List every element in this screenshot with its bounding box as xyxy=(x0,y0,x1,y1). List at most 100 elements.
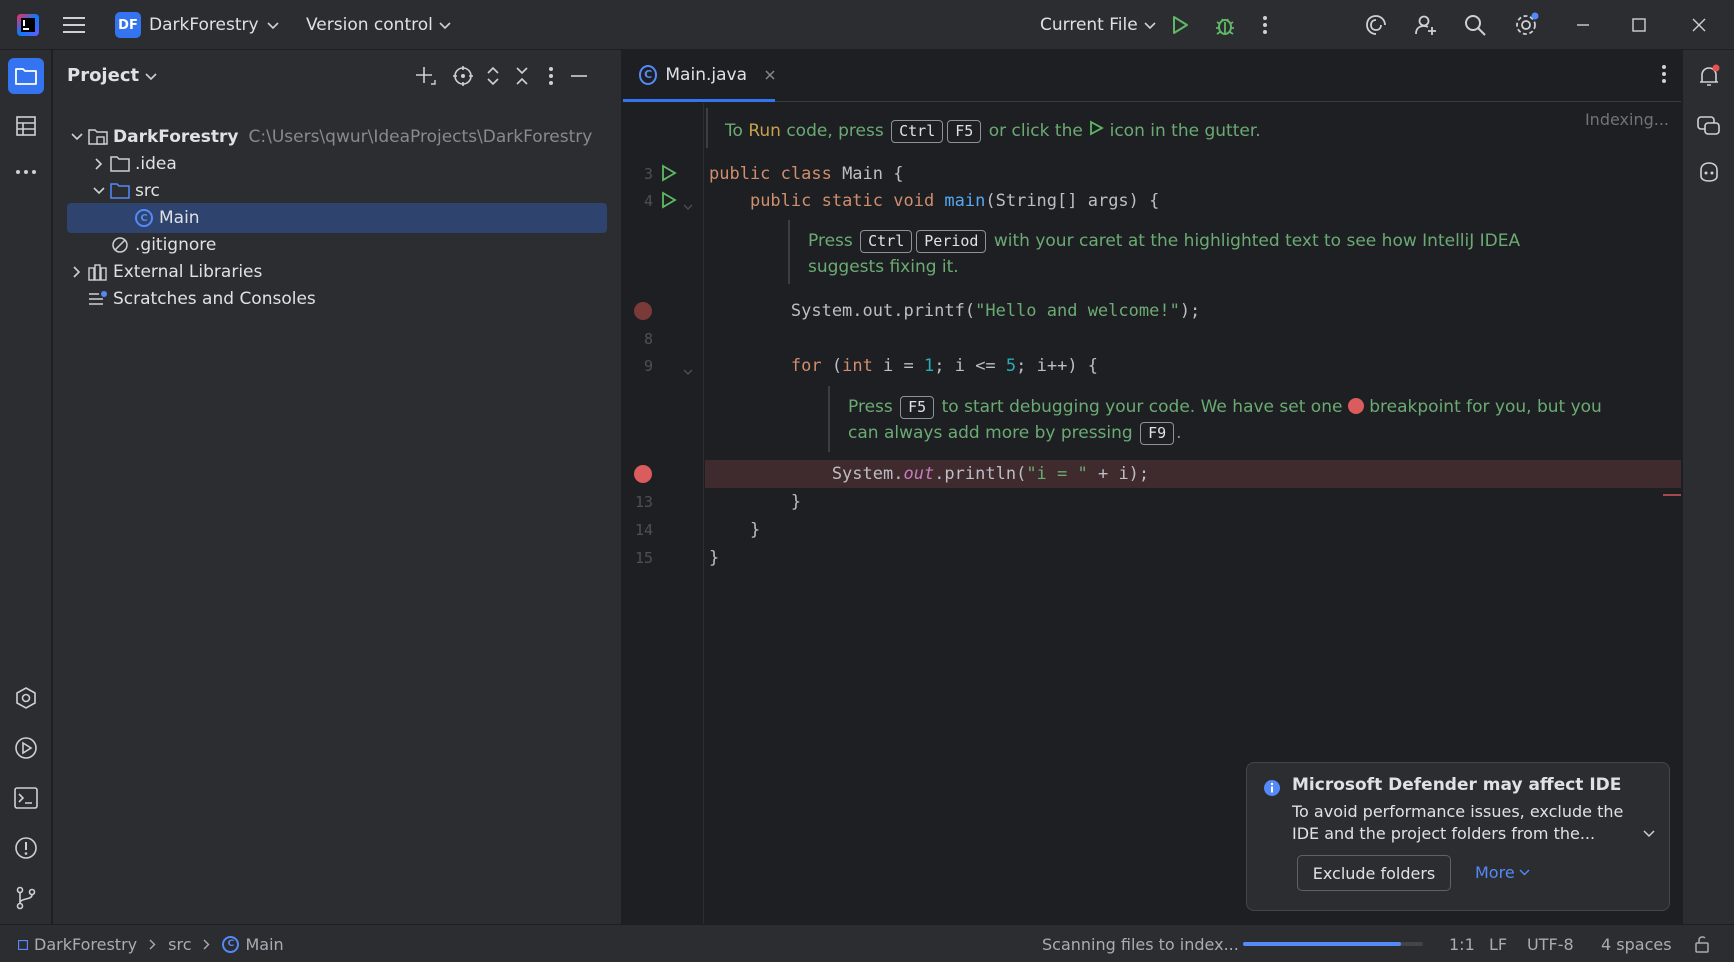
module-icon xyxy=(17,935,29,954)
project-path: C:\Users\qwur\IdeaProjects\DarkForestry xyxy=(248,127,593,147)
tree-item-idea[interactable]: .idea xyxy=(67,149,607,179)
line-number: 13 xyxy=(634,493,653,511)
inactive-breakpoint-icon[interactable] xyxy=(634,302,652,320)
chevron-right-icon xyxy=(203,935,210,954)
line-number: 3 xyxy=(643,165,653,183)
tab-options-icon[interactable] xyxy=(1661,64,1667,89)
run-icon[interactable] xyxy=(1170,0,1190,50)
structure-icon[interactable] xyxy=(8,108,44,144)
scratches-icon xyxy=(87,290,109,308)
add-file-icon[interactable] xyxy=(413,64,437,88)
maximize-icon[interactable] xyxy=(1632,0,1646,50)
line-number: 15 xyxy=(634,549,653,567)
exclude-folders-button[interactable]: Exclude folders xyxy=(1297,855,1451,891)
collapse-all-icon[interactable] xyxy=(510,64,534,88)
tree-label: Main xyxy=(159,208,200,228)
git-branch-icon[interactable] xyxy=(8,880,44,916)
more-tools-icon[interactable] xyxy=(8,154,44,190)
file-encoding[interactable]: UTF-8 xyxy=(1527,925,1574,962)
code-line-14: } xyxy=(709,520,761,540)
title-bar: DF DarkForestry Version control Current … xyxy=(0,0,1734,50)
search-icon[interactable] xyxy=(1464,0,1486,50)
line-separator[interactable]: LF xyxy=(1489,925,1507,962)
project-name: DarkForestry xyxy=(149,15,259,35)
tab-main-java[interactable]: C Main.java xyxy=(623,50,775,102)
intellij-logo-icon[interactable] xyxy=(14,0,42,50)
tree-label: DarkForestry xyxy=(113,127,239,147)
more-actions-icon[interactable] xyxy=(1262,0,1268,50)
run-class-gutter-icon[interactable] xyxy=(661,164,677,187)
run-tool-icon[interactable] xyxy=(8,730,44,766)
chevron-down-icon[interactable] xyxy=(89,187,109,195)
error-stripe-mark[interactable] xyxy=(1663,494,1681,496)
code-line-13: } xyxy=(709,492,802,512)
breadcrumb: DarkForestry src C Main xyxy=(17,925,284,962)
tree-label: src xyxy=(135,181,160,201)
scanning-status[interactable]: Scanning files to index... xyxy=(1042,925,1239,962)
vcs-label: Version control xyxy=(306,15,433,35)
code-line-4: public static void main(String[] args) { xyxy=(749,191,1160,211)
debug-icon[interactable] xyxy=(1214,0,1236,50)
key-f5: F5 xyxy=(947,120,982,143)
chevron-down-icon[interactable] xyxy=(67,133,87,141)
lock-icon[interactable] xyxy=(1694,925,1712,962)
breakpoint-icon[interactable] xyxy=(634,465,652,483)
hamburger-menu-icon[interactable] xyxy=(60,0,88,50)
java-class-icon: C xyxy=(222,935,240,953)
hide-panel-icon[interactable] xyxy=(567,64,591,88)
copilot-icon[interactable] xyxy=(1691,154,1727,190)
notification-body: To avoid performance issues, exclude the… xyxy=(1292,802,1624,843)
run-configuration-selector[interactable]: Current File xyxy=(1040,0,1156,50)
project-switcher[interactable]: DF DarkForestry xyxy=(115,0,279,50)
breakpoint-dot-icon xyxy=(1347,398,1364,414)
tree-item-external-libraries[interactable]: External Libraries xyxy=(67,257,607,287)
problems-icon[interactable] xyxy=(8,830,44,866)
project-view-selector[interactable]: Project xyxy=(67,65,157,86)
notifications-icon[interactable] xyxy=(1691,58,1727,94)
notification-title: Microsoft Defender may affect IDE xyxy=(1292,775,1622,795)
folder-icon xyxy=(109,155,131,173)
breadcrumb-main[interactable]: Main xyxy=(245,935,283,954)
indexing-progress-bar[interactable] xyxy=(1243,942,1423,946)
breadcrumb-project[interactable]: DarkForestry xyxy=(34,935,137,954)
indent-setting[interactable]: 4 spaces xyxy=(1601,925,1672,962)
ai-chat-icon[interactable] xyxy=(1691,108,1727,144)
more-options-link[interactable]: More xyxy=(1475,863,1530,882)
settings-gear-icon[interactable] xyxy=(1514,0,1540,50)
key-ctrl: Ctrl xyxy=(891,120,944,143)
line-number: 8 xyxy=(643,330,653,348)
ai-assistant-icon[interactable] xyxy=(1364,0,1388,50)
services-icon[interactable] xyxy=(8,680,44,716)
right-tool-strip xyxy=(1682,50,1734,924)
expand-all-icon[interactable] xyxy=(481,64,505,88)
tree-item-scratches[interactable]: Scratches and Consoles xyxy=(67,284,607,314)
locate-file-icon[interactable] xyxy=(451,64,475,88)
key-f9: F9 xyxy=(1140,422,1175,445)
chevron-right-icon[interactable] xyxy=(89,158,109,170)
version-control-menu[interactable]: Version control xyxy=(306,0,451,50)
caret-position[interactable]: 1:1 xyxy=(1449,925,1475,962)
fold-icon[interactable] xyxy=(683,197,693,217)
breadcrumb-src[interactable]: src xyxy=(168,935,191,954)
tab-label: Main.java xyxy=(665,64,747,85)
tree-item-project-root[interactable]: DarkForestry C:\Users\qwur\IdeaProjects\… xyxy=(67,122,607,152)
fold-icon[interactable] xyxy=(683,362,693,382)
minimize-icon[interactable] xyxy=(1576,0,1590,50)
panel-options-icon[interactable] xyxy=(539,64,563,88)
chevron-down-icon xyxy=(439,15,451,35)
chevron-down-icon xyxy=(266,15,279,35)
tree-item-main[interactable]: C Main xyxy=(67,203,607,233)
chevron-right-icon[interactable] xyxy=(67,266,87,278)
run-main-gutter-icon[interactable] xyxy=(661,191,677,214)
add-user-icon[interactable] xyxy=(1414,0,1438,50)
run-config-label: Current File xyxy=(1040,15,1138,35)
tree-item-gitignore[interactable]: .gitignore xyxy=(67,230,607,260)
expand-notification-icon[interactable] xyxy=(1643,823,1655,843)
project-tool-folder-icon[interactable] xyxy=(8,58,44,94)
ignored-file-icon xyxy=(109,236,131,254)
close-tab-icon[interactable] xyxy=(765,65,775,85)
tree-item-src[interactable]: src xyxy=(67,176,607,206)
close-window-icon[interactable] xyxy=(1692,0,1706,50)
terminal-icon[interactable] xyxy=(8,780,44,816)
key-period: Period xyxy=(916,230,987,253)
